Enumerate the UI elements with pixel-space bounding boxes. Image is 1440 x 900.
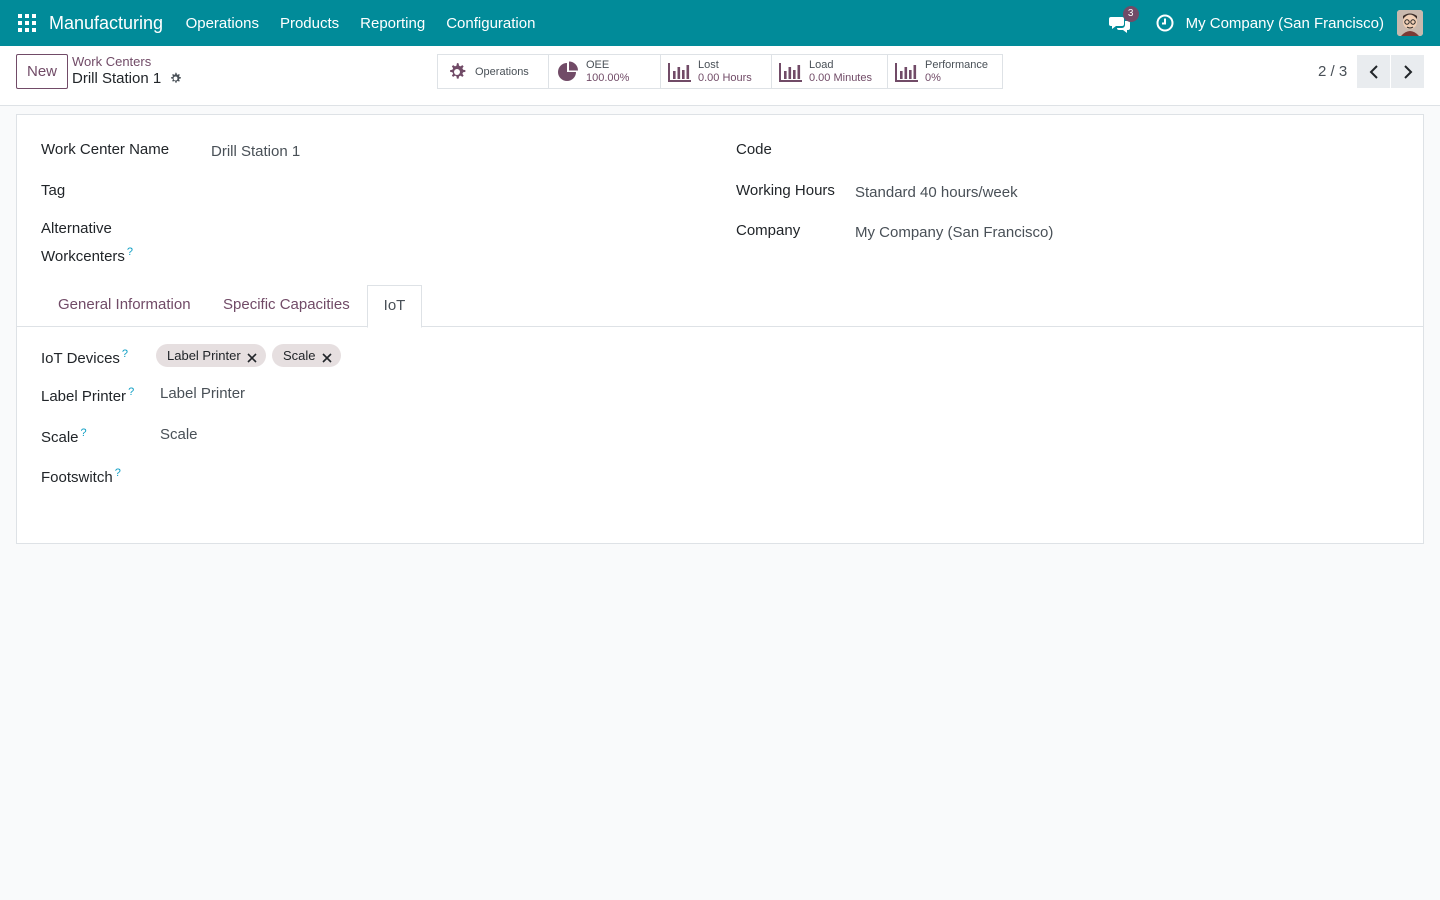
iot-devices-label: IoT Devices?	[41, 343, 128, 370]
chevron-right-icon	[1403, 64, 1412, 79]
clock-icon[interactable]	[1155, 13, 1175, 33]
help-tooltip-icon[interactable]: ?	[128, 386, 134, 398]
breadcrumb-work-centers[interactable]: Work Centers	[72, 54, 151, 69]
bar-chart-icon	[779, 61, 803, 83]
tag-label: Label Printer	[167, 348, 241, 363]
tag-field[interactable]	[211, 182, 691, 204]
chat-count-badge: 3	[1122, 6, 1139, 22]
footswitch-field[interactable]	[160, 464, 560, 486]
footswitch-label: Footswitch?	[41, 462, 121, 489]
company-label: Company	[736, 222, 801, 239]
bar-chart-icon	[895, 61, 919, 83]
work-center-name-label: Work Center Name	[41, 141, 170, 158]
code-field[interactable]	[855, 141, 1395, 163]
alternative-workcenters-label-text: Workcenters	[41, 248, 125, 265]
help-tooltip-icon[interactable]: ?	[115, 467, 121, 479]
smart-button-label: OEE	[586, 58, 610, 71]
scale-field[interactable]: Scale	[160, 424, 198, 446]
top-navbar: Manufacturing Operations Products Report…	[0, 0, 1440, 46]
smart-button-label: Lost	[698, 58, 719, 71]
pager-value[interactable]: 2 / 3	[1318, 63, 1347, 80]
app-brand[interactable]: Manufacturing	[49, 13, 163, 34]
tag-label: Tag	[41, 182, 66, 199]
smart-button-value: 0%	[925, 71, 941, 84]
alternative-workcenters-label-line1: Alternative	[41, 220, 112, 237]
new-button[interactable]: New	[16, 54, 68, 89]
pager-previous-button[interactable]	[1357, 55, 1390, 88]
alternative-workcenters-field[interactable]	[211, 227, 691, 249]
tab-iot[interactable]: IoT	[367, 285, 422, 328]
remove-tag-icon[interactable]	[247, 351, 257, 363]
scale-label-text: Scale	[41, 429, 79, 446]
chat-icon[interactable]: 3	[1108, 6, 1139, 35]
menu-configuration[interactable]: Configuration	[436, 15, 546, 32]
form-sheet: Work Center Name Drill Station 1 Tag Alt…	[16, 114, 1424, 544]
work-center-name-field[interactable]: Drill Station 1	[211, 141, 691, 163]
tab-specific-capacities[interactable]: Specific Capacities	[223, 285, 350, 327]
smart-button-label: Performance	[925, 58, 988, 71]
smart-buttons-bar: Operations OEE 100.00% Lost 0.00 Hours L…	[437, 54, 1003, 89]
smart-button-load[interactable]: Load 0.00 Minutes	[772, 55, 888, 88]
working-hours-field[interactable]: Standard 40 hours/week	[855, 182, 1018, 204]
chevron-left-icon	[1369, 64, 1378, 79]
label-printer-label: Label Printer?	[41, 381, 134, 408]
working-hours-label: Working Hours	[736, 182, 835, 199]
alternative-workcenters-label-line2: Workcenters?	[41, 241, 133, 268]
smart-button-performance[interactable]: Performance 0%	[888, 55, 1002, 88]
menu-products[interactable]: Products	[269, 15, 349, 32]
bar-chart-icon	[668, 61, 692, 83]
pie-chart-icon	[556, 61, 580, 83]
notebook-tabs: General Information Specific Capacities …	[17, 285, 1423, 328]
help-tooltip-icon[interactable]: ?	[81, 427, 87, 439]
smart-button-label: Operations	[475, 65, 529, 78]
company-field[interactable]: My Company (San Francisco)	[855, 222, 1053, 244]
pager-next-button[interactable]	[1391, 55, 1424, 88]
company-switcher[interactable]: My Company (San Francisco)	[1186, 15, 1384, 32]
smart-button-label: Load	[809, 58, 834, 71]
control-panel: New Work Centers Drill Station 1 Operati…	[0, 46, 1440, 106]
smart-button-lost[interactable]: Lost 0.00 Hours	[661, 55, 772, 88]
iot-device-tag: Label Printer	[156, 344, 266, 367]
smart-button-oee[interactable]: OEE 100.00%	[549, 55, 661, 88]
iot-devices-label-text: IoT Devices	[41, 350, 120, 367]
scale-label: Scale?	[41, 422, 87, 449]
smart-button-value: 0.00 Hours	[698, 71, 752, 84]
tag-label: Scale	[283, 348, 316, 363]
help-tooltip-icon[interactable]: ?	[122, 348, 128, 360]
tab-general-information[interactable]: General Information	[58, 285, 191, 327]
label-printer-field[interactable]: Label Printer	[160, 383, 245, 405]
smart-button-value: 0.00 Minutes	[809, 71, 872, 84]
navbar-systray: 3 My Company (San Francisco)	[1108, 0, 1440, 46]
help-tooltip-icon[interactable]: ?	[127, 246, 133, 258]
gear-icon	[445, 61, 469, 83]
code-label: Code	[736, 141, 772, 158]
record-actions-gear-icon[interactable]	[169, 72, 182, 85]
label-printer-label-text: Label Printer	[41, 388, 127, 405]
iot-device-tag: Scale	[272, 344, 341, 367]
menu-reporting[interactable]: Reporting	[350, 15, 436, 32]
remove-tag-icon[interactable]	[321, 351, 332, 363]
menu-operations[interactable]: Operations	[175, 15, 269, 32]
smart-button-value: 100.00%	[586, 71, 630, 84]
smart-button-operations[interactable]: Operations	[438, 55, 549, 88]
footswitch-label-text: Footswitch	[41, 469, 113, 486]
user-avatar[interactable]	[1397, 10, 1423, 36]
apps-grid-icon[interactable]	[18, 14, 36, 32]
breadcrumb-current: Drill Station 1	[72, 70, 162, 87]
